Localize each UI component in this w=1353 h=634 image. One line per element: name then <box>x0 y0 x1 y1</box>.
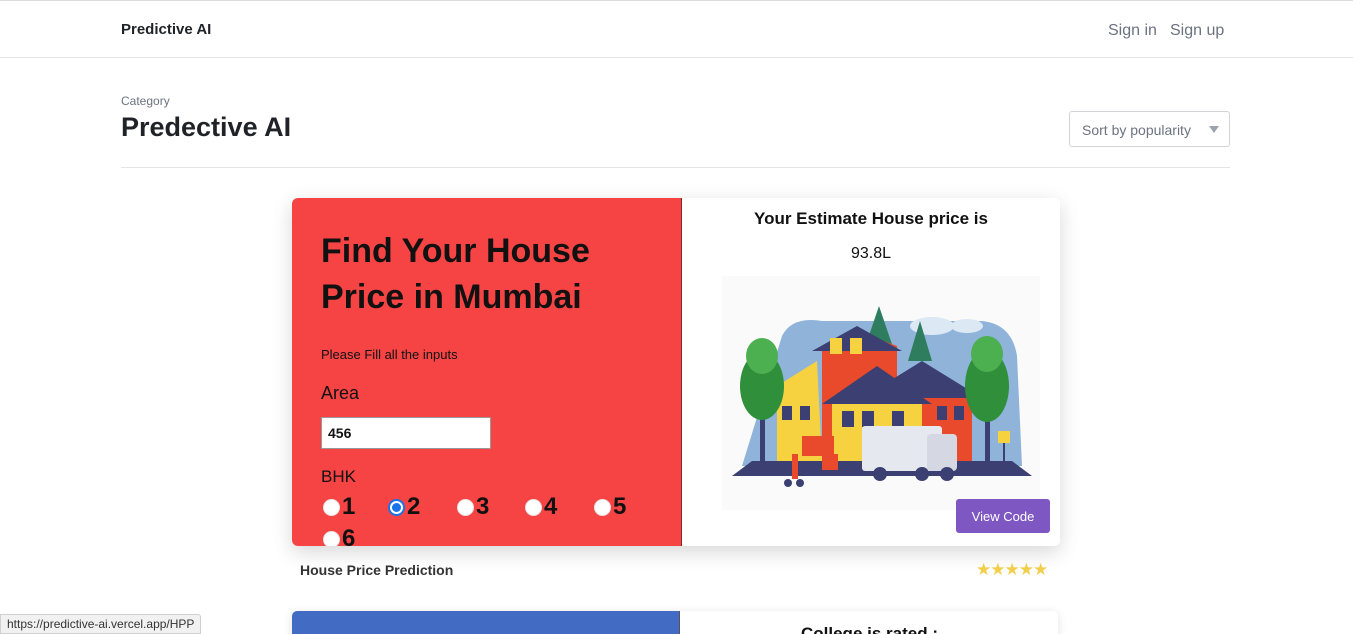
bhk-option-label: 5 <box>613 493 627 520</box>
result-title: Your Estimate House price is <box>754 209 988 228</box>
bhk-label: BHK <box>321 467 356 486</box>
category-label: Category <box>121 94 170 108</box>
project-card-2[interactable]: College is rated : <box>292 611 1058 634</box>
radio-circle[interactable] <box>594 499 611 516</box>
divider <box>121 167 1230 168</box>
status-bar-url: https://predictive-ai.vercel.app/HPP <box>0 614 202 634</box>
card-form-panel: Find Your House Price in Mumbai Please F… <box>292 198 682 546</box>
bhk-option-label: 6 <box>342 525 356 547</box>
sort-selected-value: Sort by popularity <box>1082 122 1191 138</box>
card2-result-panel: College is rated : <box>679 611 1058 634</box>
sign-up-link[interactable]: Sign up <box>1170 22 1224 40</box>
form-instructions: Please Fill all the inputs <box>321 347 458 362</box>
area-input[interactable] <box>321 417 491 449</box>
card2-form-panel <box>292 611 679 634</box>
result-value: 93.8L <box>850 245 892 262</box>
page-title: Predective AI <box>121 112 292 142</box>
top-navbar: Predictive AI Sign in Sign up <box>0 0 1353 58</box>
bhk-option-label: 4 <box>544 493 558 520</box>
project-card[interactable]: Find Your House Price in Mumbai Please F… <box>292 198 1060 546</box>
bhk-option-label: 2 <box>407 493 421 520</box>
radio-circle[interactable] <box>525 499 542 516</box>
radio-circle[interactable] <box>323 499 340 516</box>
bhk-option-label: 3 <box>476 493 490 520</box>
view-code-button[interactable]: View Code <box>956 499 1050 533</box>
card-heading: Find Your House Price in Mumbai <box>321 232 590 316</box>
card-result-panel: Your Estimate House price is 93.8L View … <box>682 198 1060 546</box>
sort-dropdown[interactable]: Sort by popularity <box>1069 111 1230 147</box>
star-rating: ★★★★★ <box>976 560 1048 579</box>
sign-in-link[interactable]: Sign in <box>1108 22 1157 40</box>
radio-circle-checked[interactable] <box>388 499 405 516</box>
card-title[interactable]: House Price Prediction <box>300 562 453 578</box>
card2-result-title: College is rated : <box>801 624 938 634</box>
area-label: Area <box>321 383 360 403</box>
radio-circle[interactable] <box>323 531 340 546</box>
bhk-option-label: 1 <box>342 493 356 520</box>
brand-logo[interactable]: Predictive AI <box>121 21 211 38</box>
house-illustration <box>722 276 1040 510</box>
radio-circle[interactable] <box>457 499 474 516</box>
caret-down-icon <box>1209 126 1219 133</box>
